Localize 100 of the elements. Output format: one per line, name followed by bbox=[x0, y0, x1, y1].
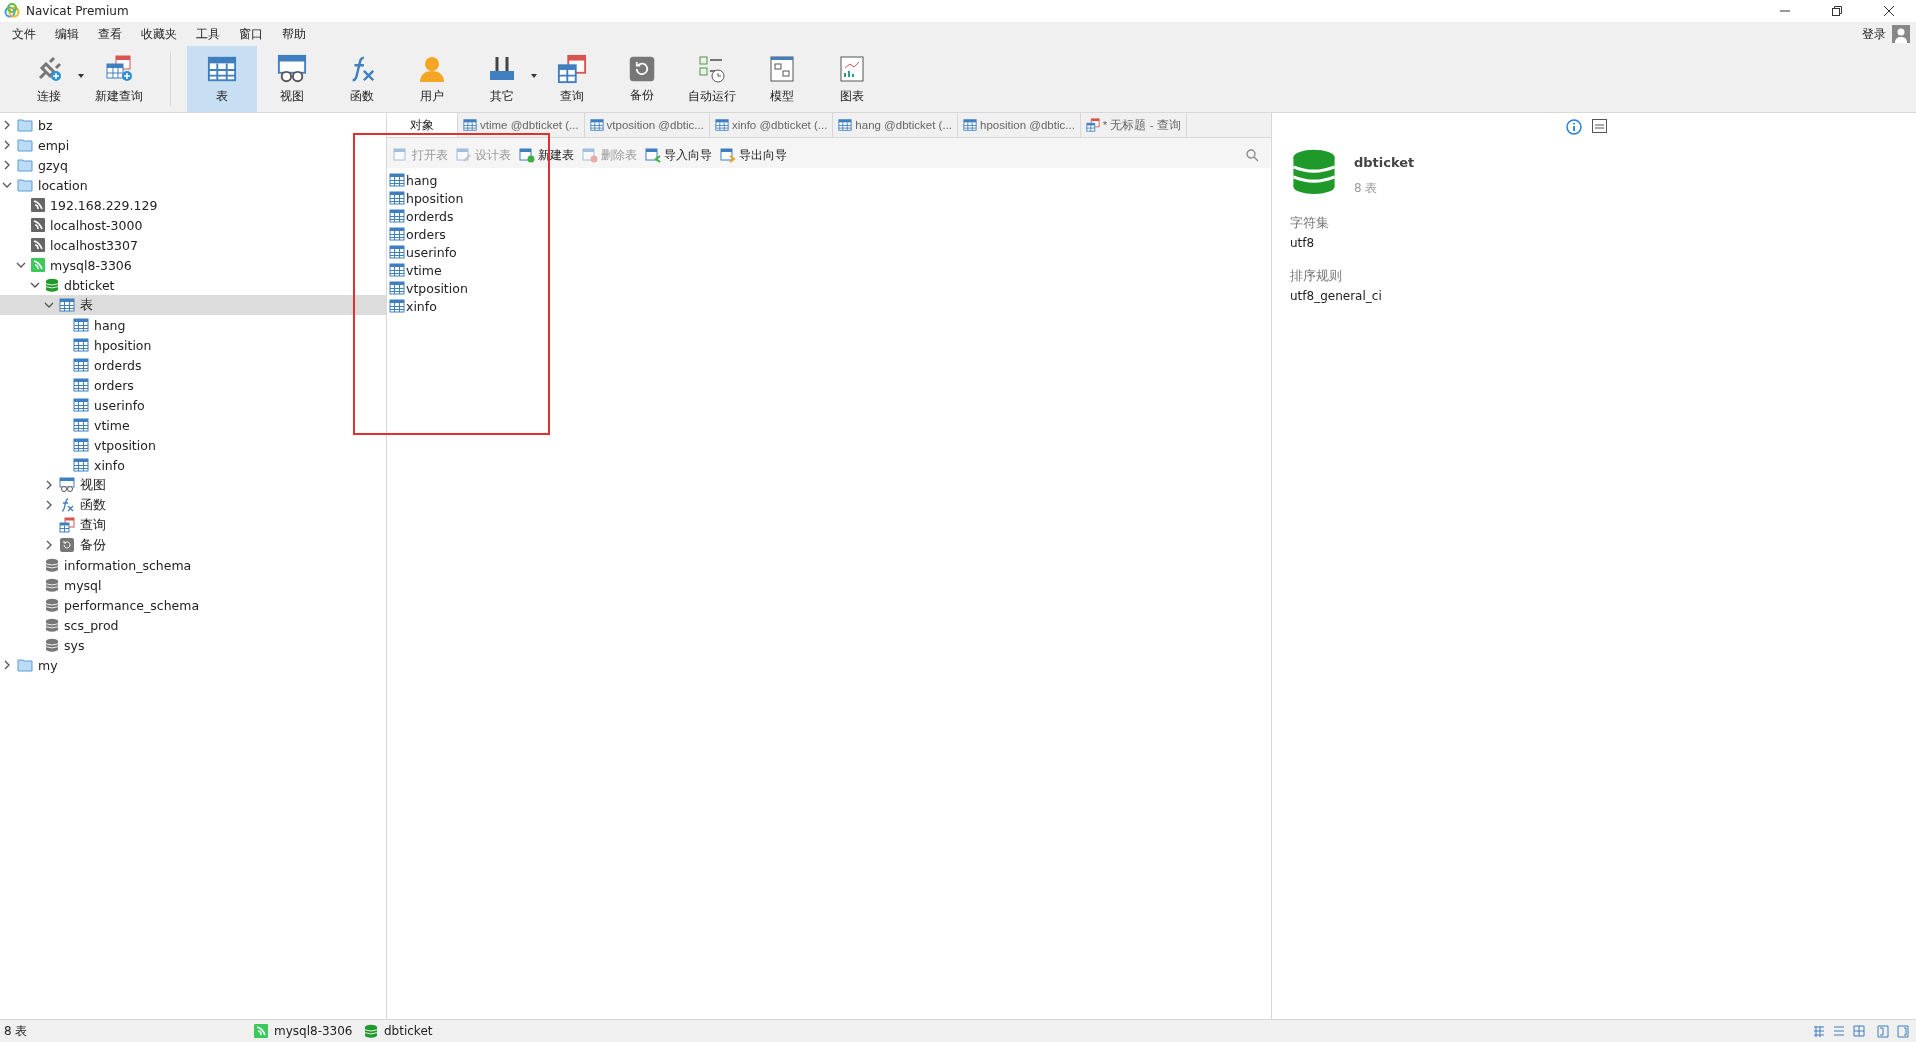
chart-icon bbox=[837, 53, 867, 84]
database-icon bbox=[45, 618, 59, 632]
table-icon bbox=[389, 190, 405, 206]
tree-item[interactable]: 查询 bbox=[0, 515, 386, 535]
tree-item[interactable]: my bbox=[0, 655, 386, 675]
folder-icon bbox=[17, 658, 33, 672]
info-icon[interactable] bbox=[1566, 119, 1582, 135]
table-name[interactable]: orderds bbox=[406, 208, 454, 224]
toolbar-button[interactable]: 备份 bbox=[607, 46, 677, 112]
menu-item[interactable]: 收藏夹 bbox=[135, 25, 190, 43]
toolbar-button[interactable]: 函数 bbox=[327, 46, 397, 112]
table-icon bbox=[73, 337, 89, 353]
database-icon bbox=[45, 638, 59, 652]
folder-icon bbox=[17, 118, 33, 132]
tree-item[interactable]: 备份 bbox=[0, 535, 386, 555]
toolbar-button[interactable]: 其它 bbox=[467, 46, 537, 112]
user-avatar-icon[interactable] bbox=[1892, 25, 1910, 43]
tree-item[interactable]: performance_schema bbox=[0, 595, 386, 615]
tab[interactable]: 对象 bbox=[387, 113, 458, 137]
menu-item[interactable]: 窗口 bbox=[233, 25, 276, 43]
database-name: dbticket bbox=[1354, 155, 1415, 170]
tree-item[interactable]: hang bbox=[0, 315, 386, 335]
toolbar-action[interactable]: 导入向导 bbox=[645, 146, 712, 164]
toolbar-button[interactable]: 视图 bbox=[257, 46, 327, 112]
menu-item[interactable]: 编辑 bbox=[49, 25, 92, 43]
table-name[interactable]: userinfo bbox=[406, 244, 457, 260]
table-icon bbox=[389, 244, 405, 260]
login-link[interactable]: 登录 bbox=[1862, 25, 1886, 43]
view-icon bbox=[277, 53, 307, 84]
database-icon bbox=[45, 598, 59, 612]
database-icon bbox=[45, 558, 59, 572]
tree-item[interactable]: localhost3307 bbox=[0, 235, 386, 255]
open-table-icon bbox=[393, 147, 409, 163]
tree-item[interactable]: 函数 bbox=[0, 495, 386, 515]
table-icon bbox=[73, 357, 89, 373]
menu-item[interactable]: 查看 bbox=[92, 25, 135, 43]
toolbar-action[interactable]: 导出向导 bbox=[720, 146, 787, 164]
connection-icon bbox=[254, 1024, 268, 1038]
folder-icon bbox=[17, 138, 33, 152]
tree-item[interactable]: scs_prod bbox=[0, 615, 386, 635]
table-icon bbox=[838, 118, 853, 132]
tree-item[interactable]: information_schema bbox=[0, 555, 386, 575]
menu-item[interactable]: 文件 bbox=[6, 25, 49, 43]
toolbar-button[interactable]: 连接 bbox=[14, 46, 84, 112]
tree-item[interactable]: mysql bbox=[0, 575, 386, 595]
table-name[interactable]: vtposition bbox=[406, 280, 468, 296]
database-icon bbox=[45, 278, 59, 292]
connection-icon bbox=[31, 218, 45, 232]
property-value: utf8 bbox=[1290, 236, 1316, 250]
table-icon bbox=[59, 297, 75, 313]
toolbar-button[interactable]: 模型 bbox=[747, 46, 817, 112]
view-mode-icon[interactable] bbox=[1812, 1024, 1912, 1038]
tree-item[interactable]: orders bbox=[0, 375, 386, 395]
tree-item[interactable]: hposition bbox=[0, 335, 386, 355]
caret-icon[interactable] bbox=[531, 74, 537, 78]
tree-item[interactable]: 192.168.229.129 bbox=[0, 195, 386, 215]
tree-item[interactable]: empi bbox=[0, 135, 386, 155]
toolbar-button[interactable]: 用户 bbox=[397, 46, 467, 112]
tree-item[interactable]: xinfo bbox=[0, 455, 386, 475]
tree-item[interactable]: 视图 bbox=[0, 475, 386, 495]
caret-icon[interactable] bbox=[78, 74, 84, 78]
toolbar-button[interactable]: 表 bbox=[187, 46, 257, 112]
table-name[interactable]: hposition bbox=[406, 190, 464, 206]
table-icon bbox=[73, 317, 89, 333]
search-icon[interactable] bbox=[1246, 148, 1259, 162]
export-table-icon bbox=[720, 147, 736, 163]
tree-item[interactable]: vtime bbox=[0, 415, 386, 435]
tree-item[interactable]: 表 bbox=[0, 295, 386, 315]
table-name[interactable]: xinfo bbox=[406, 298, 437, 314]
table-icon bbox=[73, 377, 89, 393]
toolbar-button[interactable]: 新建查询 bbox=[84, 46, 154, 112]
tree-item[interactable]: vtposition bbox=[0, 435, 386, 455]
toolbar-button[interactable]: 自动运行 bbox=[677, 46, 747, 112]
table-icon bbox=[389, 226, 405, 242]
tree-item[interactable]: bz bbox=[0, 115, 386, 135]
tree-item[interactable]: orderds bbox=[0, 355, 386, 375]
restore-button[interactable] bbox=[1832, 6, 1842, 16]
tree-item[interactable]: dbticket bbox=[0, 275, 386, 295]
status-connection: mysql8-3306 bbox=[274, 1024, 353, 1038]
chevron-icon[interactable] bbox=[2, 660, 12, 670]
query-icon bbox=[557, 53, 587, 84]
chevron-icon[interactable] bbox=[44, 540, 54, 550]
tree-item[interactable]: location bbox=[0, 175, 386, 195]
status-count: 8 表 bbox=[4, 1022, 28, 1040]
table-name[interactable]: orders bbox=[406, 226, 446, 242]
toolbar-button[interactable]: 查询 bbox=[537, 46, 607, 112]
toolbar-button[interactable]: 图表 bbox=[817, 46, 887, 112]
close-button[interactable] bbox=[1884, 6, 1894, 16]
tree-item[interactable]: localhost-3000 bbox=[0, 215, 386, 235]
table-name[interactable]: vtime bbox=[406, 262, 442, 278]
menu-item[interactable]: 帮助 bbox=[276, 25, 319, 43]
table-icon bbox=[963, 118, 978, 132]
ddl-icon[interactable] bbox=[1592, 119, 1607, 133]
menu-item[interactable]: 工具 bbox=[190, 25, 233, 43]
table-name[interactable]: hang bbox=[406, 172, 438, 188]
tree-item[interactable]: sys bbox=[0, 635, 386, 655]
tree-item[interactable]: userinfo bbox=[0, 395, 386, 415]
tree-item[interactable]: mysql8-3306 bbox=[0, 255, 386, 275]
tree-item[interactable]: gzyq bbox=[0, 155, 386, 175]
query-icon bbox=[59, 517, 75, 533]
